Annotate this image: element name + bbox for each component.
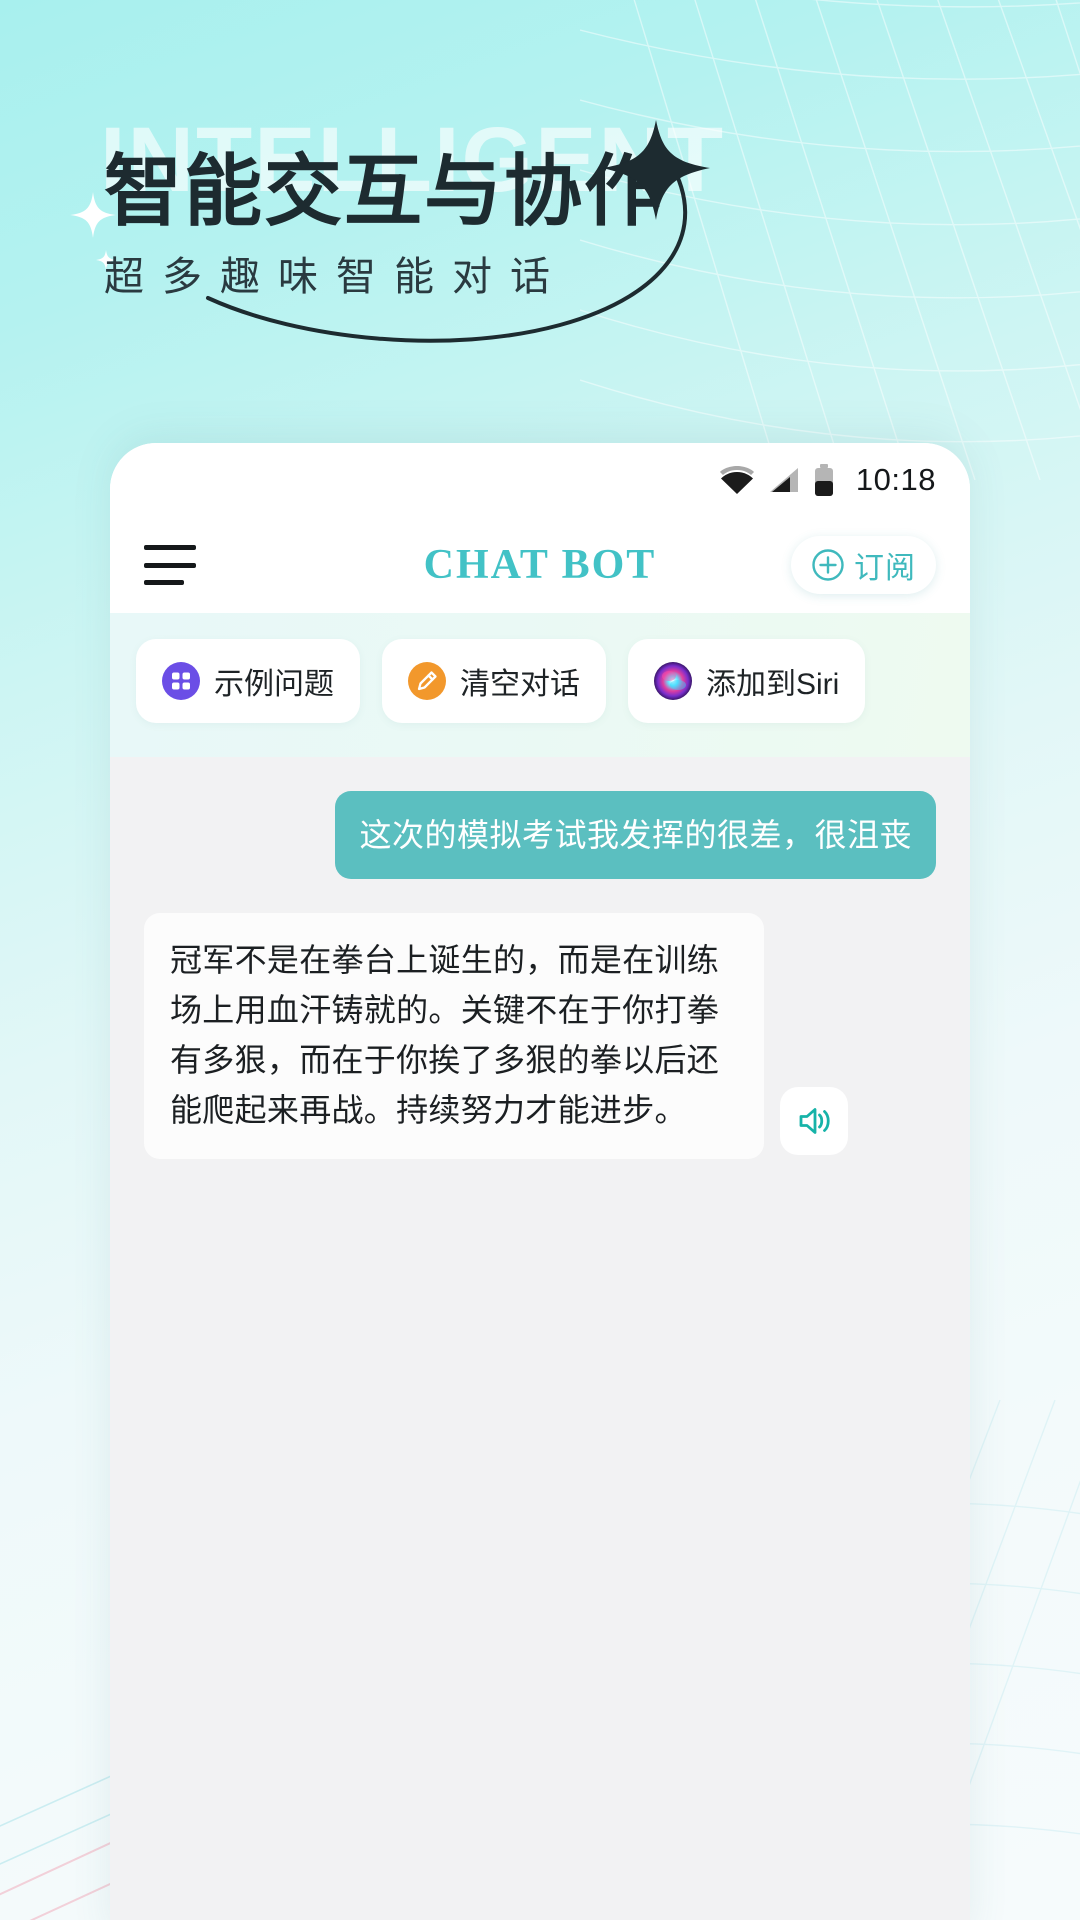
chip-label: 添加到Siri — [706, 668, 840, 701]
subscribe-button[interactable]: 订阅 — [791, 536, 936, 594]
page-root: INTELLIGENT 智能交互与协作 超多趣味智能对话 10:18 CHAT … — [0, 0, 1080, 1920]
chat-message-user-row: 这次的模拟考试我发挥的很差，很沮丧 — [144, 791, 936, 879]
status-bar-clock: 10:18 — [855, 462, 936, 497]
wifi-icon — [719, 466, 754, 494]
grid-apps-icon — [162, 662, 200, 700]
plus-circle-icon — [812, 549, 844, 581]
cellular-signal-icon — [768, 466, 800, 494]
phone-mockup: 10:18 CHAT BOT 订阅 示例问题 清空对话 添加到Siri 这次的模… — [110, 443, 970, 1920]
chip-example-questions[interactable]: 示例问题 — [136, 639, 360, 723]
bot-message-bubble: 冠军不是在拳台上诞生的，而是在训练场上用血汗铸就的。关键不在于你打拳有多狠，而在… — [144, 913, 764, 1159]
hamburger-menu-icon[interactable] — [144, 545, 196, 585]
siri-orb-icon — [654, 662, 692, 700]
app-bar: CHAT BOT 订阅 — [110, 517, 970, 613]
hero-title: 智能交互与协作 — [104, 147, 665, 235]
speaker-volume-icon[interactable] — [780, 1087, 848, 1155]
subscribe-label: 订阅 — [854, 552, 916, 585]
chip-add-to-siri[interactable]: 添加到Siri — [628, 639, 866, 723]
quick-action-chips: 示例问题 清空对话 添加到Siri — [110, 613, 970, 757]
user-message-bubble: 这次的模拟考试我发挥的很差，很沮丧 — [335, 791, 936, 879]
broom-clear-icon — [408, 662, 446, 700]
hero-banner: INTELLIGENT 智能交互与协作 超多趣味智能对话 — [0, 0, 1080, 400]
chip-clear-conversation[interactable]: 清空对话 — [382, 639, 606, 723]
hero-subtitle: 超多趣味智能对话 — [104, 255, 568, 299]
chip-label: 示例问题 — [214, 668, 334, 701]
status-bar: 10:18 — [110, 443, 970, 517]
chat-thread: 这次的模拟考试我发挥的很差，很沮丧 冠军不是在拳台上诞生的，而是在训练场上用血汗… — [110, 757, 970, 1920]
battery-icon — [814, 464, 834, 496]
chat-message-bot-row: 冠军不是在拳台上诞生的，而是在训练场上用血汗铸就的。关键不在于你打拳有多狠，而在… — [144, 913, 936, 1159]
chip-label: 清空对话 — [460, 668, 580, 701]
